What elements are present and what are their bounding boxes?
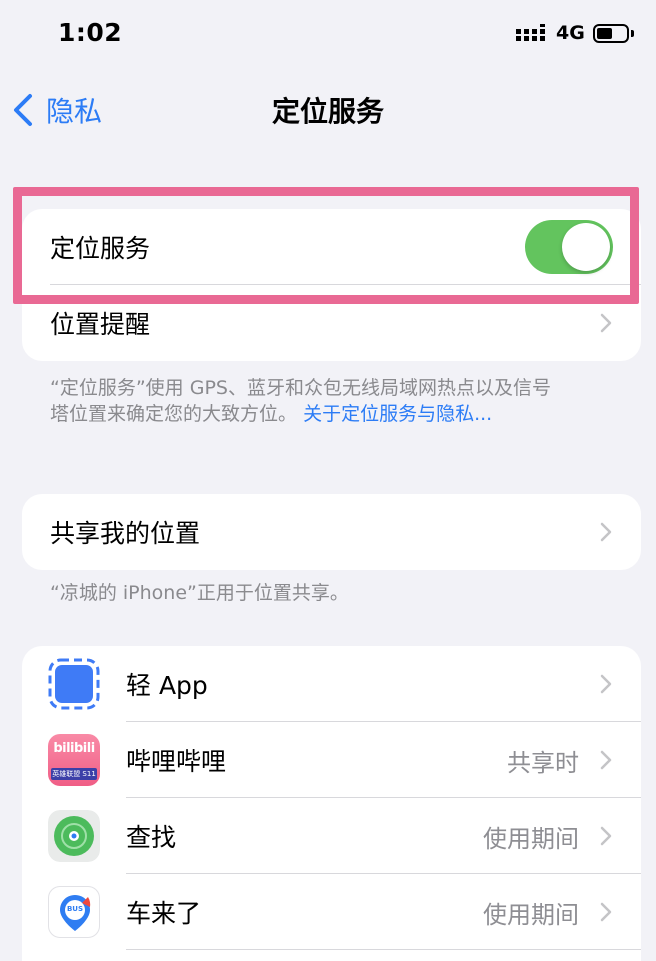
light-app-icon <box>48 658 100 710</box>
bilibili-icon: bilibili 英雄联盟 S11 <box>48 734 100 786</box>
bus-logo-text: BUS <box>66 905 84 913</box>
battery-icon <box>593 24 629 43</box>
share-location-footer: “凉城的 iPhone”正用于位置共享。 <box>50 580 620 606</box>
app-permission: 使用期间 <box>483 824 579 853</box>
location-services-footer: “定位服务”使用 GPS、蓝牙和众包无线局域网热点以及信号 塔位置来确定您的大致… <box>50 375 620 427</box>
app-permission: 使用期间 <box>483 900 579 929</box>
apps-group: 轻 App bilibili 英雄联盟 S11 哔哩哔哩 共享时 查找 使用期间 <box>22 646 641 961</box>
bilibili-badge-text: 英雄联盟 S11 <box>51 768 97 780</box>
footer-text-line2: 塔位置来确定您的大致方位。 <box>50 403 298 425</box>
share-footer-text: “凉城的 iPhone”正用于位置共享。 <box>50 582 349 604</box>
chevron-right-icon <box>600 674 612 694</box>
chevron-right-icon <box>600 522 612 542</box>
bus-app-icon: BUS <box>48 886 100 938</box>
app-row-bilibili[interactable]: bilibili 英雄联盟 S11 哔哩哔哩 共享时 <box>22 722 641 798</box>
footer-text-line1: “定位服务”使用 GPS、蓝牙和众包无线局域网热点以及信号 <box>50 377 551 399</box>
map-pin-icon <box>60 895 91 931</box>
page-title: 定位服务 <box>271 95 384 128</box>
app-permission: 共享时 <box>507 748 579 777</box>
network-type: 4G <box>556 22 585 44</box>
app-row-light-app[interactable]: 轻 App <box>22 646 641 722</box>
bilibili-logo-text: bilibili <box>53 741 95 756</box>
chevron-right-icon <box>600 902 612 922</box>
app-name: 车来了 <box>126 899 202 928</box>
share-my-location-row[interactable]: 共享我的位置 <box>22 494 641 570</box>
chevron-right-icon <box>600 826 612 846</box>
battery-level <box>597 28 612 39</box>
privacy-link[interactable]: 关于定位服务与隐私... <box>303 403 492 425</box>
app-name: 哔哩哔哩 <box>126 747 227 776</box>
status-bar: 1:02 4G <box>0 0 656 70</box>
share-my-location-label: 共享我的位置 <box>50 519 201 548</box>
divider <box>126 949 641 950</box>
app-name: 轻 App <box>126 671 208 700</box>
share-location-group: 共享我的位置 <box>22 494 641 570</box>
footer-text-line2-container: 塔位置来确定您的大致方位。 关于定位服务与隐私... <box>50 401 620 427</box>
location-alerts-label: 位置提醒 <box>50 310 151 339</box>
app-row-bus[interactable]: BUS 车来了 使用期间 <box>22 874 641 950</box>
find-my-icon <box>48 810 100 862</box>
cellular-signal-icon <box>516 24 545 41</box>
battery-cap <box>631 30 634 37</box>
status-time: 1:02 <box>58 18 123 47</box>
chevron-right-icon <box>600 750 612 770</box>
app-row-find-my[interactable]: 查找 使用期间 <box>22 798 641 874</box>
app-name: 查找 <box>126 823 177 852</box>
chevron-right-icon <box>600 313 612 333</box>
highlight-annotation <box>13 187 639 304</box>
